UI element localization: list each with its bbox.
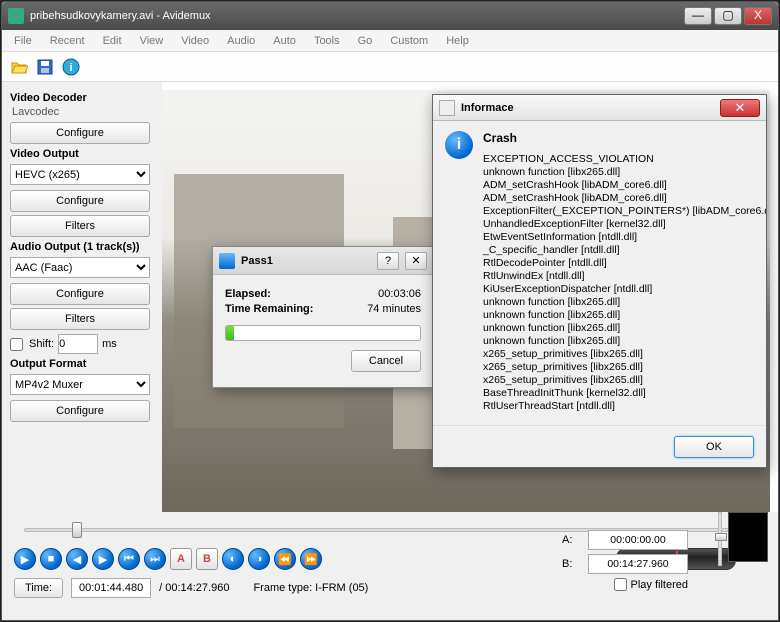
menu-audio[interactable]: Audio <box>219 33 263 49</box>
prev-black-button[interactable]: ◐ <box>222 548 244 570</box>
svg-text:i: i <box>69 62 72 74</box>
menu-view[interactable]: View <box>132 33 172 49</box>
output-format-configure-button[interactable]: Configure <box>10 400 150 422</box>
b-value[interactable]: 00:14:27.960 <box>588 554 688 574</box>
audio-output-select[interactable]: AAC (Faac) <box>10 257 150 278</box>
info-dialog: Informace ✕ i Crash EXCEPTION_ACCESS_VIO… <box>432 94 767 468</box>
next-frame-button[interactable]: ▶ <box>92 548 114 570</box>
info-icon[interactable]: i <box>60 56 82 78</box>
video-output-configure-button[interactable]: Configure <box>10 190 150 212</box>
mark-a-button[interactable]: A <box>170 548 192 570</box>
play-button[interactable]: ▶ <box>14 548 36 570</box>
volume-slider[interactable] <box>718 512 722 566</box>
ab-markers: A: 00:00:00.00 B: 00:14:27.960 <box>562 530 688 574</box>
info-title: Informace <box>461 102 720 114</box>
open-icon[interactable] <box>8 56 30 78</box>
a-label: A: <box>562 534 582 546</box>
menu-tools[interactable]: Tools <box>306 33 348 49</box>
next-black-button[interactable]: ◑ <box>248 548 270 570</box>
close-button[interactable]: X <box>744 7 772 25</box>
remaining-value: 74 minutes <box>367 303 421 315</box>
menu-edit[interactable]: Edit <box>95 33 130 49</box>
progress-titlebar[interactable]: Pass1 ? ✕ <box>213 247 433 275</box>
app-icon <box>8 8 24 24</box>
elapsed-label: Elapsed: <box>225 288 271 300</box>
frame-type-label: Frame type: I-FRM (05) <box>253 582 368 594</box>
menu-go[interactable]: Go <box>350 33 381 49</box>
menu-auto[interactable]: Auto <box>265 33 304 49</box>
remaining-label: Time Remaining: <box>225 303 313 315</box>
video-output-filters-button[interactable]: Filters <box>10 215 150 237</box>
video-decoder-value: Lavcodec <box>12 106 154 118</box>
dialog-icon <box>219 253 235 269</box>
window-title: pribehsudkovykamery.avi - Avidemux <box>30 10 682 22</box>
info-icon: i <box>445 131 473 159</box>
audio-output-title: Audio Output (1 track(s)) <box>10 241 154 253</box>
menu-file[interactable]: File <box>6 33 40 49</box>
progress-bar <box>225 325 421 341</box>
info-close-button[interactable]: ✕ <box>720 99 760 117</box>
elapsed-value: 00:03:06 <box>378 288 421 300</box>
time-button[interactable]: Time: <box>14 578 63 598</box>
play-filtered-label: Play filtered <box>631 579 688 591</box>
sidebar: Video Decoder Lavcodec Configure Video O… <box>2 82 162 512</box>
shift-label: Shift: <box>29 338 54 350</box>
stop-button[interactable]: ■ <box>40 548 62 570</box>
prev-keyframe-button[interactable]: ⏮ <box>118 548 140 570</box>
maximize-button[interactable]: ▢ <box>714 7 742 25</box>
progress-help-button[interactable]: ? <box>377 252 399 270</box>
prev-frame-button[interactable]: ◀ <box>66 548 88 570</box>
crash-trace: EXCEPTION_ACCESS_VIOLATION unknown funct… <box>483 153 766 413</box>
shift-input[interactable] <box>58 334 98 354</box>
progress-dialog: Pass1 ? ✕ Elapsed: 00:03:06 Time Remainin… <box>212 246 434 388</box>
time-value[interactable]: 00:01:44.480 <box>71 578 151 598</box>
menubar: File Recent Edit View Video Audio Auto T… <box>2 30 778 52</box>
menu-recent[interactable]: Recent <box>42 33 93 49</box>
save-icon[interactable] <box>34 56 56 78</box>
titlebar[interactable]: pribehsudkovykamery.avi - Avidemux — ▢ X <box>2 2 778 30</box>
progress-title: Pass1 <box>241 255 371 267</box>
audio-output-filters-button[interactable]: Filters <box>10 308 150 330</box>
ok-button[interactable]: OK <box>674 436 754 458</box>
menu-video[interactable]: Video <box>173 33 217 49</box>
video-output-title: Video Output <box>10 148 154 160</box>
output-format-select[interactable]: MP4v2 Muxer <box>10 374 150 395</box>
preview-thumbnail <box>728 512 768 562</box>
crash-heading: Crash <box>483 131 766 145</box>
info-titlebar[interactable]: Informace ✕ <box>433 95 766 121</box>
progress-close-button[interactable]: ✕ <box>405 252 427 270</box>
a-value[interactable]: 00:00:00.00 <box>588 530 688 550</box>
shift-checkbox[interactable] <box>10 338 23 351</box>
menu-help[interactable]: Help <box>438 33 477 49</box>
shift-unit: ms <box>102 338 117 350</box>
video-decoder-title: Video Decoder <box>10 92 154 104</box>
decoder-configure-button[interactable]: Configure <box>10 122 150 144</box>
menu-custom[interactable]: Custom <box>382 33 436 49</box>
toolbar: i <box>2 52 778 82</box>
cancel-button[interactable]: Cancel <box>351 350 421 372</box>
last-frame-button[interactable]: ⏩ <box>300 548 322 570</box>
video-output-select[interactable]: HEVC (x265) <box>10 164 150 185</box>
output-format-title: Output Format <box>10 358 154 370</box>
b-label: B: <box>562 558 582 570</box>
first-frame-button[interactable]: ⏪ <box>274 548 296 570</box>
mark-b-button[interactable]: B <box>196 548 218 570</box>
duration-label: / 00:14:27.960 <box>159 582 229 594</box>
audio-output-configure-button[interactable]: Configure <box>10 283 150 305</box>
info-window-icon <box>439 100 455 116</box>
play-filtered-checkbox[interactable] <box>614 578 627 591</box>
minimize-button[interactable]: — <box>684 7 712 25</box>
next-keyframe-button[interactable]: ⏭ <box>144 548 166 570</box>
